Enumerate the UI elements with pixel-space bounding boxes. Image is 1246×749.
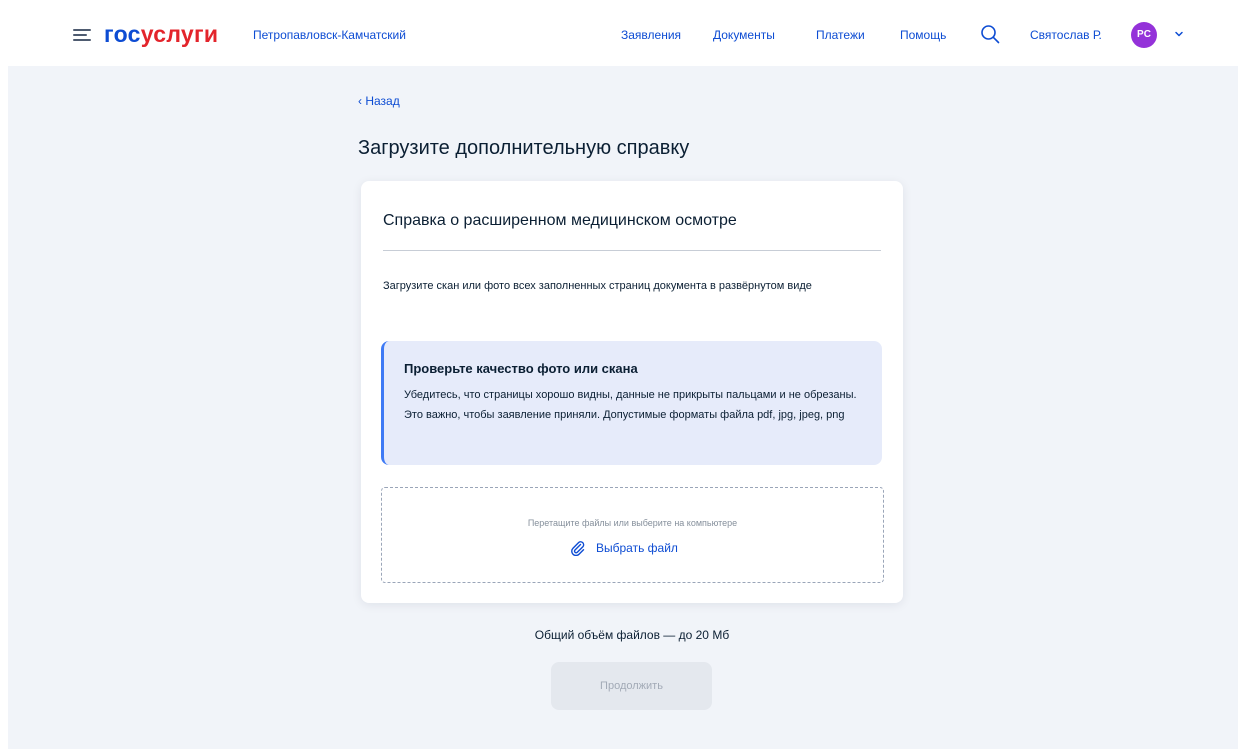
menu-icon[interactable] <box>73 29 91 41</box>
logo-part-gos: гос <box>104 21 141 47</box>
nav-item-applications[interactable]: Заявления <box>621 27 681 43</box>
search-icon[interactable] <box>980 24 1000 44</box>
page-title: Загрузите дополнительную справку <box>358 137 690 159</box>
divider <box>383 250 881 251</box>
continue-button[interactable]: Продолжить <box>551 662 712 710</box>
location-link[interactable]: Петропавловск-Камчатский <box>253 27 406 43</box>
nav-item-help[interactable]: Помощь <box>900 27 946 43</box>
nav-item-payments[interactable]: Платежи <box>816 27 865 43</box>
card-description: Загрузите скан или фото всех заполненных… <box>383 280 812 292</box>
file-dropzone[interactable]: Перетащите файлы или выберите на компьют… <box>381 487 884 583</box>
choose-file-label: Выбрать файл <box>596 541 678 555</box>
back-link[interactable]: ‹ Назад <box>358 93 400 109</box>
avatar[interactable]: PC <box>1131 22 1157 48</box>
paperclip-icon <box>571 541 585 556</box>
dropzone-hint: Перетащите файлы или выберите на компьют… <box>527 518 738 528</box>
info-text: Убедитесь, что страницы хорошо видны, да… <box>404 389 857 421</box>
logo-part-uslugi: услуги <box>140 21 219 47</box>
size-limit-text: Общий объём файлов — до 20 Мб <box>534 628 730 642</box>
choose-file-button[interactable]: Выбрать файл <box>570 538 678 558</box>
logo[interactable]: госуслуги <box>104 21 218 47</box>
card-title: Справка о расширенном медицинском осмотр… <box>383 212 737 229</box>
info-title: Проверьте качество фото или скана <box>404 361 638 376</box>
header: госуслуги Петропавловск-Камчатский Заявл… <box>0 0 1246 66</box>
upload-card: Справка о расширенном медицинском осмотр… <box>361 181 903 603</box>
user-name[interactable]: Святослав Р. <box>1030 27 1102 43</box>
nav-item-documents[interactable]: Документы <box>713 27 775 43</box>
info-box: Проверьте качество фото или скана Убедит… <box>381 341 882 465</box>
chevron-down-icon[interactable] <box>1173 29 1185 39</box>
